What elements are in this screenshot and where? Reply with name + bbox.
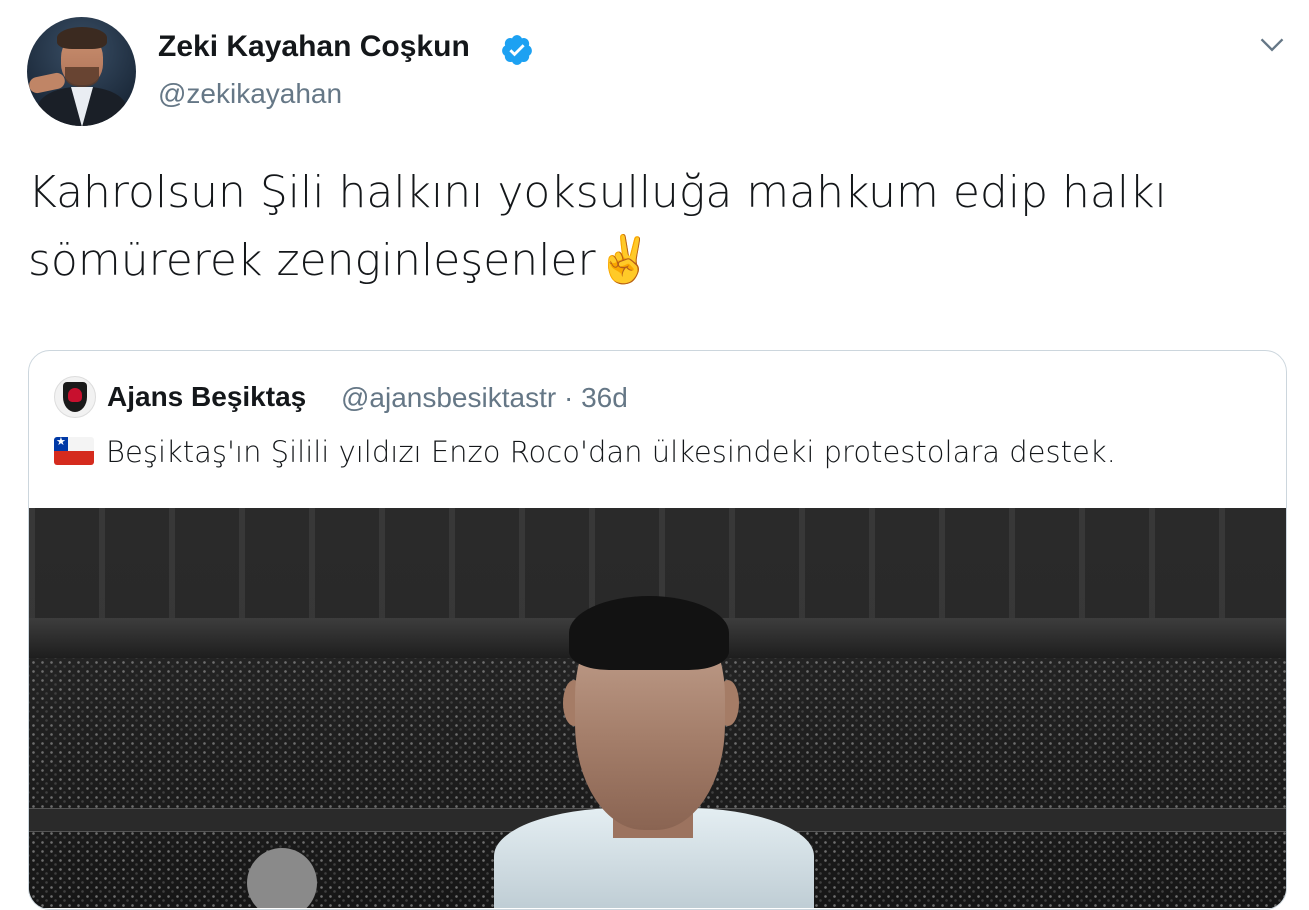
author-name[interactable]: Zeki Kayahan Coşkun xyxy=(158,30,470,64)
quoted-author-name[interactable]: Ajans Beşiktaş xyxy=(107,381,306,413)
player-hair xyxy=(569,596,729,670)
author-avatar[interactable] xyxy=(27,17,136,126)
quoted-tweet-text: Beşiktaş'ın Şilili yıldızı Enzo Roco'dan… xyxy=(106,435,1116,469)
tweet-text: Kahrolsun Şili halkını yoksulluğa mahkum… xyxy=(28,160,1288,294)
quoted-author-meta: @ajansbesiktastr · 36d xyxy=(341,382,628,413)
chevron-down-icon[interactable] xyxy=(1258,30,1286,58)
avatar-hair xyxy=(57,27,107,49)
besiktas-logo-eagle xyxy=(68,388,82,402)
author-handle[interactable]: @zekikayahan xyxy=(158,78,342,110)
tweet-card: Zeki Kayahan Coşkun @zekikayahan Kahrols… xyxy=(0,0,1309,910)
chile-flag-icon: ★ xyxy=(54,437,94,465)
quoted-tweet-photo[interactable] xyxy=(29,508,1286,908)
quoted-author-avatar[interactable] xyxy=(54,376,96,418)
avatar-beard xyxy=(65,67,99,87)
quoted-tweet[interactable]: Ajans Beşiktaş @ajansbesiktastr · 36d ★ … xyxy=(28,350,1287,910)
victory-hand-emoji: ✌️ xyxy=(595,232,653,286)
verified-badge-icon xyxy=(502,35,532,65)
